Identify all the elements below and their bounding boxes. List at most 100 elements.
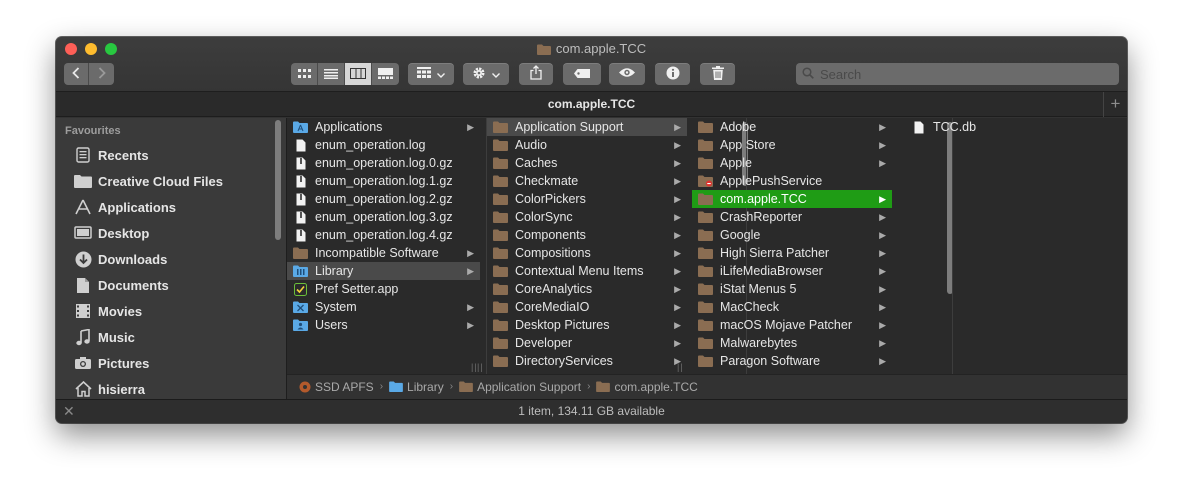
- list-item[interactable]: macOS Mojave Patcher ▶: [692, 316, 892, 334]
- close-icon[interactable]: ✕: [63, 400, 75, 423]
- sidebar-heading: Favourites: [65, 125, 121, 137]
- list-item[interactable]: enum_operation.log.2.gz: [287, 190, 480, 208]
- icon-view-button[interactable]: [291, 63, 318, 85]
- list-item[interactable]: enum_operation.log.4.gz: [287, 226, 480, 244]
- list-item[interactable]: High Sierra Patcher ▶: [692, 244, 892, 262]
- path-crumb-library[interactable]: Library: [389, 380, 444, 394]
- disclosure-chevron-icon: ▶: [879, 356, 886, 366]
- tab-title[interactable]: com.apple.TCC: [548, 97, 635, 111]
- sidebar-item-desktop[interactable]: Desktop: [56, 220, 286, 246]
- list-item[interactable]: enum_operation.log: [287, 136, 480, 154]
- search-input[interactable]: [820, 66, 1100, 82]
- column-resize-handle[interactable]: ||: [677, 362, 684, 372]
- path-crumb-com-apple-tcc[interactable]: com.apple.TCC: [596, 380, 698, 394]
- folder-icon: [698, 355, 713, 368]
- list-item[interactable]: Adobe ▶: [692, 118, 892, 136]
- path-crumb-disk[interactable]: SSD APFS: [299, 380, 374, 394]
- list-item[interactable]: Applications ▶: [287, 118, 480, 136]
- column-view-button[interactable]: [345, 63, 372, 85]
- search-field[interactable]: [796, 63, 1119, 85]
- list-item[interactable]: CoreMediaIO ▶: [487, 298, 687, 316]
- sidebar-item-pictures[interactable]: Pictures: [56, 350, 286, 376]
- list-item[interactable]: ColorPickers ▶: [487, 190, 687, 208]
- path-crumb-application-support[interactable]: Application Support: [459, 380, 581, 394]
- list-item[interactable]: Contextual Menu Items ▶: [487, 262, 687, 280]
- sidebar-item-hisierra[interactable]: hisierra: [56, 376, 286, 399]
- get-info-button[interactable]: [655, 63, 690, 85]
- sidebar-item-label: Movies: [98, 303, 143, 319]
- list-item[interactable]: iStat Menus 5 ▶: [692, 280, 892, 298]
- list-item[interactable]: ApplePushService: [692, 172, 892, 190]
- action-menu-button[interactable]: [463, 63, 509, 85]
- list-item[interactable]: Paragon Software ▶: [692, 352, 892, 370]
- list-item[interactable]: Apple ▶: [692, 154, 892, 172]
- new-tab-button[interactable]: +: [1103, 92, 1127, 117]
- list-item-selected[interactable]: com.apple.TCC ▶: [692, 190, 892, 208]
- sidebar-item-documents[interactable]: Documents: [56, 272, 286, 298]
- list-item[interactable]: Users ▶: [287, 316, 480, 334]
- toolbar: com.apple.TCC: [56, 37, 1127, 92]
- list-item[interactable]: enum_operation.log.3.gz: [287, 208, 480, 226]
- archive-icon: [293, 193, 308, 206]
- status-bar: ✕ 1 item, 134.11 GB available: [56, 399, 1127, 423]
- sidebar-item-applications[interactable]: Applications: [56, 194, 286, 220]
- item-label: Desktop Pictures: [515, 318, 610, 332]
- folder-icon: [698, 157, 713, 170]
- tags-button[interactable]: [563, 63, 601, 85]
- list-item[interactable]: DirectoryServices ▶: [487, 352, 687, 370]
- list-item[interactable]: Checkmate ▶: [487, 172, 687, 190]
- list-item[interactable]: CrashReporter ▶: [692, 208, 892, 226]
- item-label: Users: [315, 318, 348, 332]
- list-item[interactable]: Incompatible Software ▶: [287, 244, 480, 262]
- folder-icon: [493, 283, 508, 296]
- sidebar-item-movies[interactable]: Movies: [56, 298, 286, 324]
- item-label: CoreAnalytics: [515, 282, 593, 296]
- list-item[interactable]: Google ▶: [692, 226, 892, 244]
- sidebar-item-creative-cloud-files[interactable]: Creative Cloud Files: [56, 168, 286, 194]
- list-item[interactable]: MacCheck ▶: [692, 298, 892, 316]
- sidebar-item-label: Music: [98, 329, 135, 345]
- folder-icon: [698, 229, 713, 242]
- list-item[interactable]: Desktop Pictures ▶: [487, 316, 687, 334]
- list-item[interactable]: Malwarebytes ▶: [692, 334, 892, 352]
- list-item[interactable]: CoreAnalytics ▶: [487, 280, 687, 298]
- column-resize-handle[interactable]: ||: [477, 362, 484, 372]
- list-view-button[interactable]: [318, 63, 345, 85]
- list-item[interactable]: enum_operation.log.1.gz: [287, 172, 480, 190]
- folder-icon: [293, 247, 308, 260]
- sidebar-item-downloads[interactable]: Downloads: [56, 246, 286, 272]
- disclosure-chevron-icon: ▶: [879, 158, 886, 168]
- list-item[interactable]: iLifeMediaBrowser ▶: [692, 262, 892, 280]
- item-label: enum_operation.log.2.gz: [315, 192, 453, 206]
- item-label: High Sierra Patcher: [720, 246, 830, 260]
- list-item[interactable]: Components ▶: [487, 226, 687, 244]
- list-item[interactable]: Developer ▶: [487, 334, 687, 352]
- music-note-icon: [73, 328, 93, 346]
- list-item[interactable]: TCC.db: [903, 118, 1103, 136]
- list-item-selected[interactable]: Application Support ▶: [487, 118, 687, 136]
- list-item[interactable]: Caches ▶: [487, 154, 687, 172]
- list-item[interactable]: Audio ▶: [487, 136, 687, 154]
- gallery-view-button[interactable]: [372, 63, 399, 85]
- list-item-selected[interactable]: Library ▶: [287, 262, 480, 280]
- list-item[interactable]: Pref Setter.app: [287, 280, 480, 298]
- path-crumb-label: SSD APFS: [315, 379, 374, 394]
- list-item[interactable]: App Store ▶: [692, 136, 892, 154]
- list-item[interactable]: enum_operation.log.0.gz: [287, 154, 480, 172]
- list-item[interactable]: System ▶: [287, 298, 480, 316]
- back-button[interactable]: [64, 63, 89, 85]
- sidebar-item-music[interactable]: Music: [56, 324, 286, 350]
- group-by-button[interactable]: [408, 63, 454, 85]
- sidebar-item-recents[interactable]: Recents: [56, 142, 286, 168]
- sidebar-item-label: Documents: [98, 277, 169, 293]
- list-item[interactable]: Compositions ▶: [487, 244, 687, 262]
- sidebar-item-label: hisierra: [98, 381, 145, 397]
- share-button[interactable]: [519, 63, 553, 85]
- forward-button[interactable]: [89, 63, 114, 85]
- quick-look-button[interactable]: [609, 63, 645, 85]
- item-label: macOS Mojave Patcher: [720, 318, 852, 332]
- move-to-trash-button[interactable]: [700, 63, 735, 85]
- sidebar-scrollbar[interactable]: [275, 120, 281, 240]
- list-item[interactable]: ColorSync ▶: [487, 208, 687, 226]
- folder-icon: [698, 247, 713, 260]
